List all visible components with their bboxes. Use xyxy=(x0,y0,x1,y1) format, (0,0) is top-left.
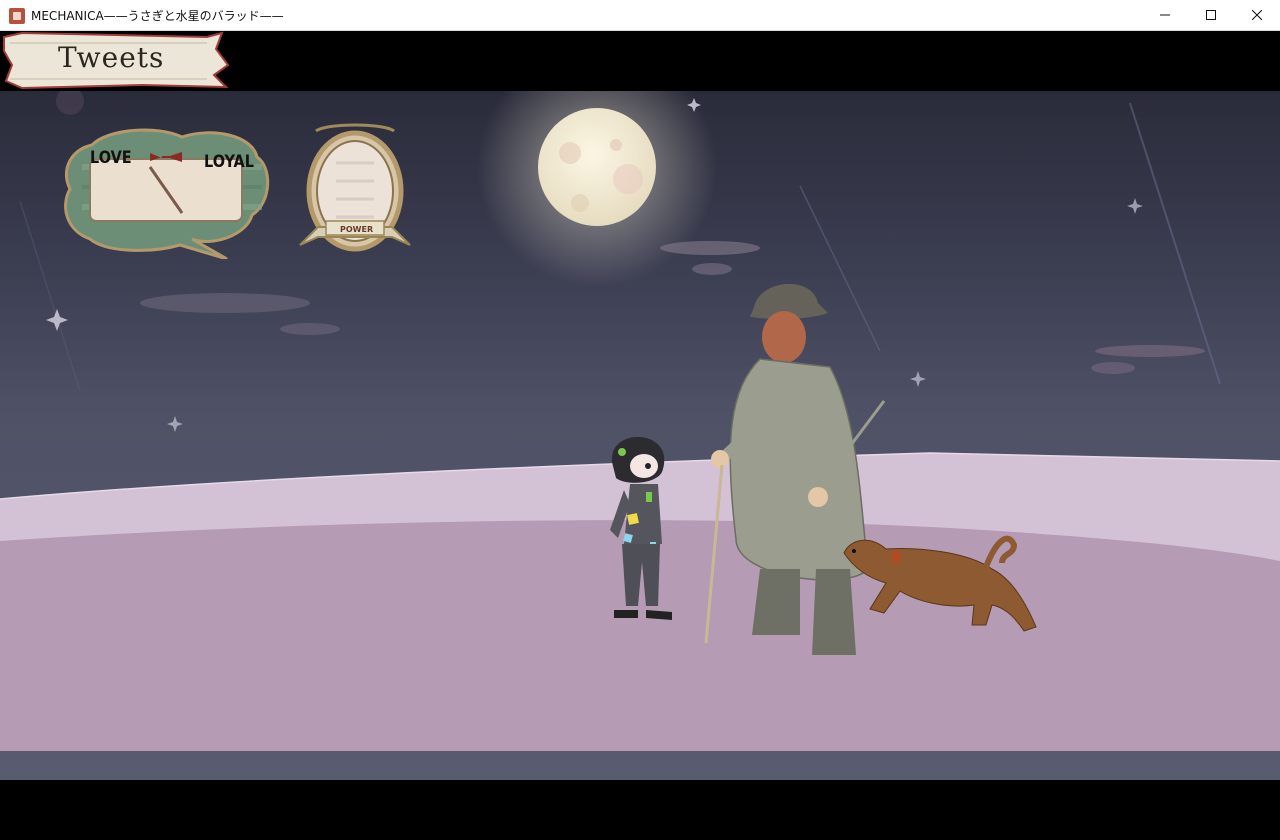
window-titlebar: MECHANICA——うさぎと水星のバラッド—— xyxy=(0,0,1280,31)
app-icon xyxy=(9,8,25,24)
minimize-icon xyxy=(1160,14,1170,16)
love-loyal-meter xyxy=(64,128,270,259)
letterbox-bottom xyxy=(0,780,1280,810)
minimize-button[interactable] xyxy=(1142,0,1188,30)
power-label: POWER xyxy=(340,225,374,234)
dog-character[interactable] xyxy=(836,521,1048,636)
close-button[interactable] xyxy=(1234,0,1280,30)
window-title: MECHANICA——うさぎと水星のバラッド—— xyxy=(31,9,284,23)
maximize-button[interactable] xyxy=(1188,0,1234,30)
girl-character[interactable] xyxy=(600,434,682,626)
close-icon xyxy=(1252,10,1262,20)
moon xyxy=(538,108,656,226)
meter-love-label: LOVE xyxy=(90,148,132,168)
game-viewport[interactable]: Tweets LOVE LOYAL POWER xyxy=(0,31,1280,810)
tweets-label[interactable]: Tweets xyxy=(58,41,164,74)
meter-loyal-label: LOYAL xyxy=(204,152,254,172)
power-frame xyxy=(299,123,411,252)
maximize-icon xyxy=(1206,10,1216,20)
